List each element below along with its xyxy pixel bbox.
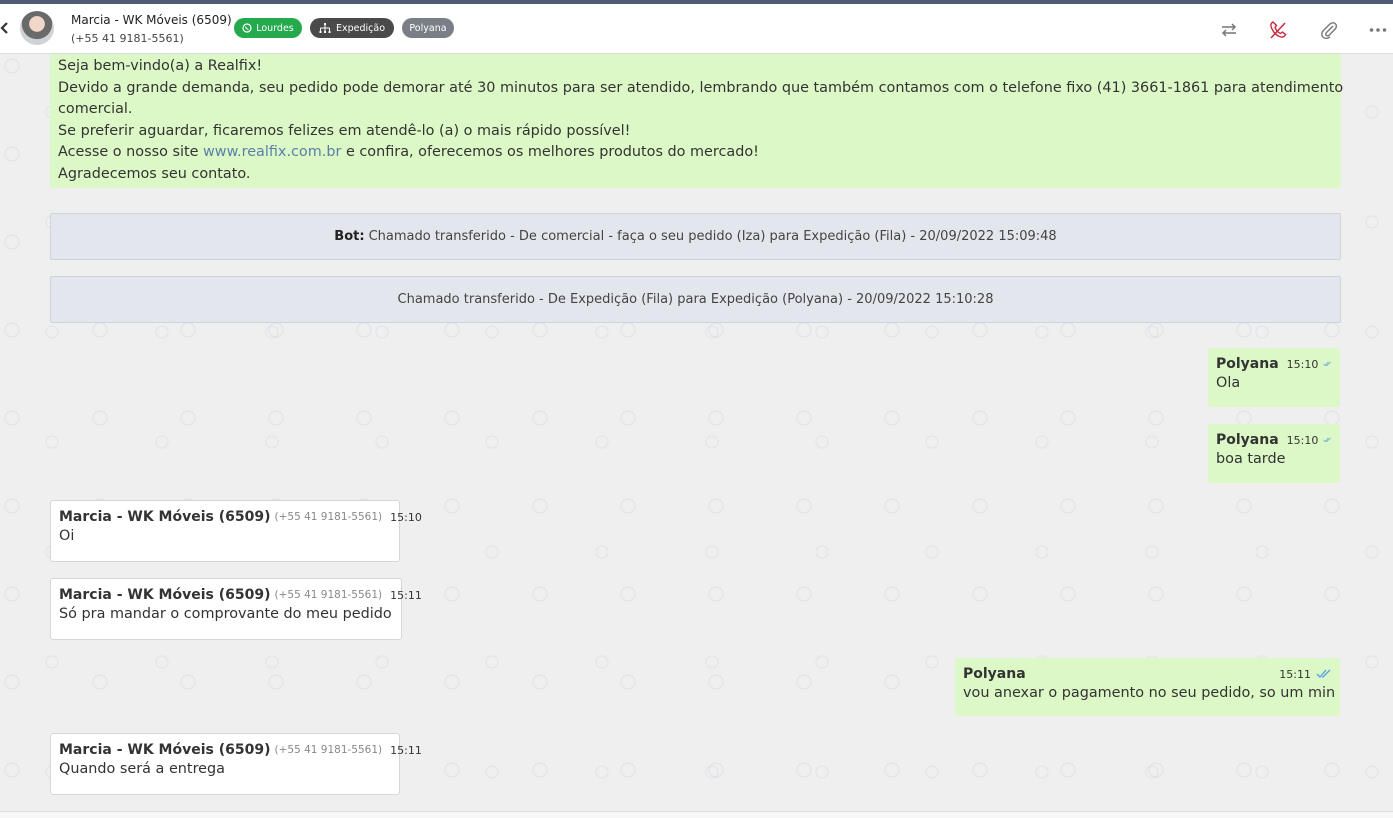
composer-bar-edge <box>0 811 1393 818</box>
tag-expedicao[interactable]: Expedição <box>310 18 394 38</box>
welcome-line: Seja bem-vindo(a) a Realfix! <box>58 58 263 74</box>
message-text: vou anexar o pagamento no seu pedido, so… <box>963 685 1336 701</box>
message-sender-phone: (+55 41 9181-5561) <box>274 744 383 756</box>
tag-label: Lourdes <box>256 22 294 34</box>
sitemap-icon <box>319 23 331 33</box>
welcome-line: Acesse o nosso site www.realfix.com.br e… <box>58 142 1333 164</box>
tag-lourdes[interactable]: Lourdes <box>234 18 302 38</box>
message-time: 15:11 <box>390 743 422 757</box>
welcome-line: Devido a grande demanda, seu pedido pode… <box>58 79 1344 96</box>
attach-icon[interactable] <box>1319 20 1339 40</box>
message-sender-phone: (+55 41 9181-5561) <box>274 589 383 601</box>
message-outgoing[interactable]: Polyana 15:10 boa tarde <box>1208 424 1340 483</box>
message-text: Quando será a entrega <box>59 761 225 777</box>
system-prefix: Bot: <box>334 229 365 244</box>
message-sender: Marcia - WK Móveis (6509) <box>59 509 271 525</box>
transfer-icon[interactable] <box>1219 20 1239 40</box>
system-text: Chamado transferido - De Expedição (Fila… <box>397 292 994 307</box>
welcome-line: Se preferir aguardar, ficaremos felizes … <box>58 122 631 139</box>
more-icon[interactable] <box>1368 20 1388 40</box>
message-outgoing[interactable]: Polyana 15:10 Ola <box>1208 348 1340 407</box>
chat-area[interactable]: Seja bem-vindo(a) a Realfix! Devido a gr… <box>0 54 1393 811</box>
message-sender: Marcia - WK Móveis (6509) <box>59 742 271 758</box>
message-incoming[interactable]: Marcia - WK Móveis (6509) (+55 41 9181-5… <box>50 500 422 562</box>
welcome-line: Agradecemos seu contato. <box>58 165 251 182</box>
end-call-icon[interactable] <box>1268 20 1288 40</box>
welcome-message: Seja bem-vindo(a) a Realfix! Devido a gr… <box>50 54 1344 188</box>
message-sender: Polyana <box>1216 356 1279 372</box>
message-sender-phone: (+55 41 9181-5561) <box>274 511 383 523</box>
message-text: boa tarde <box>1216 451 1286 467</box>
message-time: 15:11 <box>390 588 422 602</box>
message-sender: Marcia - WK Móveis (6509) <box>59 587 271 603</box>
message-time: 15:10 <box>1286 433 1319 447</box>
message-text: Oi <box>59 528 75 544</box>
message-incoming[interactable]: Marcia - WK Móveis (6509) (+55 41 9181-5… <box>50 733 422 795</box>
message-incoming[interactable]: Marcia - WK Móveis (6509) (+55 41 9181-5… <box>50 578 422 640</box>
contact-name: Marcia - WK Móveis (6509) <box>71 13 232 27</box>
tag-label: Polyana <box>409 22 447 34</box>
whatsapp-icon <box>242 23 252 33</box>
message-sender: Polyana <box>1216 432 1279 448</box>
message-time: 15:10 <box>1286 357 1319 371</box>
welcome-text: Acesse o nosso site <box>58 144 204 160</box>
read-check-icon <box>1323 361 1332 367</box>
message-text: Só pra mandar o comprovante do meu pedid… <box>59 606 392 622</box>
system-message-bot: Bot: Chamado transferido - De comercial … <box>50 213 1341 260</box>
tag-label: Expedição <box>335 22 386 34</box>
message-time: 15:11 <box>1279 667 1311 681</box>
message-sender: Polyana <box>963 666 1026 682</box>
tag-polyana[interactable]: Polyana <box>402 18 454 38</box>
welcome-line: comercial. <box>58 101 133 117</box>
back-arrow-icon[interactable] <box>0 18 10 38</box>
site-link[interactable]: www.realfix.com.br <box>203 144 341 160</box>
message-text: Ola <box>1216 375 1241 391</box>
welcome-text: e confira, oferecemos os melhores produt… <box>341 144 759 160</box>
avatar[interactable] <box>20 11 54 45</box>
system-text: Chamado transferido - De comercial - faç… <box>368 229 1057 244</box>
read-check-icon <box>1316 669 1331 678</box>
chat-header: Marcia - WK Móveis (6509) (+55 41 9181-5… <box>0 4 1393 54</box>
message-time: 15:10 <box>390 510 422 524</box>
system-message-transfer: Chamado transferido - De Expedição (Fila… <box>50 276 1341 323</box>
contact-phone: (+55 41 9181-5561) <box>71 32 184 45</box>
read-check-icon <box>1323 437 1332 443</box>
message-outgoing[interactable]: Polyana 15:11 vou anexar o pagamento no … <box>955 658 1340 716</box>
